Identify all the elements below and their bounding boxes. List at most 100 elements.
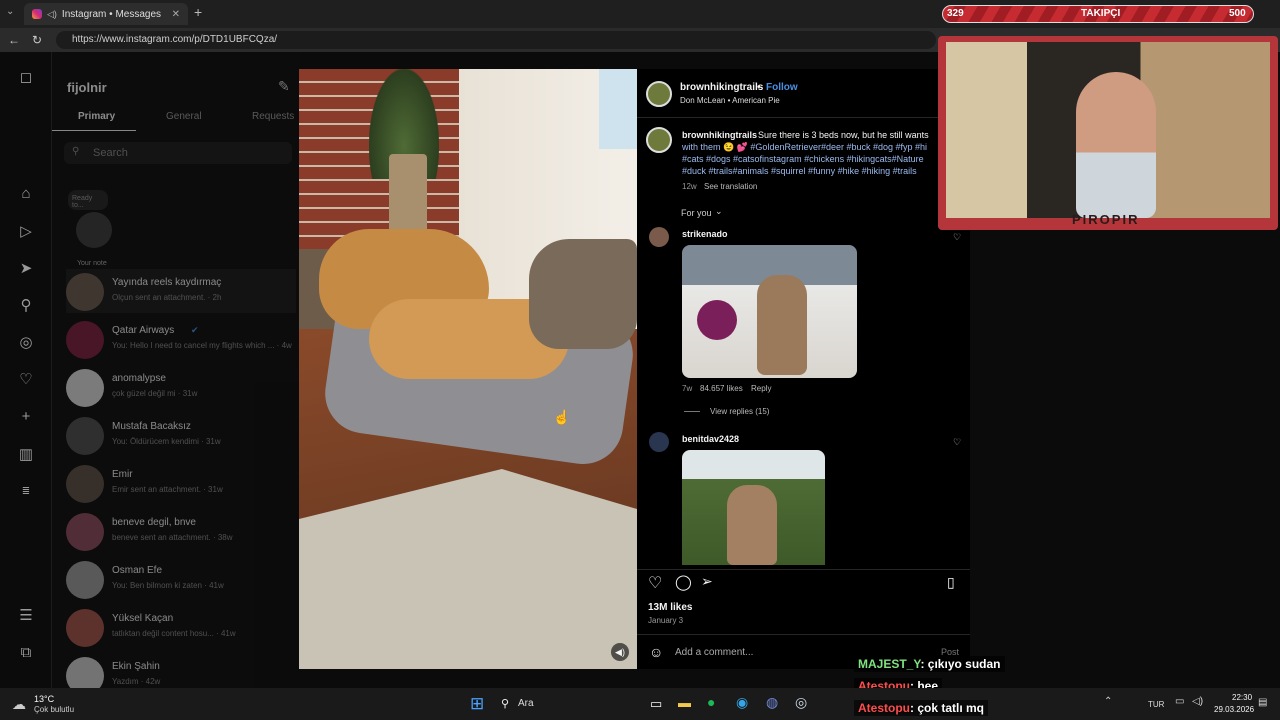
clock-time[interactable]: 22:30 [1232, 693, 1252, 702]
spotify-icon[interactable]: ● [707, 694, 715, 710]
search-icon[interactable]: ⚲ [18, 298, 34, 314]
thread-name: beneve degil, bnve [112, 517, 196, 528]
comment-like-icon[interactable]: ♡ [953, 232, 961, 243]
tab-requests[interactable]: Requests [252, 111, 294, 122]
tray-chevron-icon[interactable]: ⌃ [1104, 696, 1112, 707]
comment-image-deer-mic[interactable] [682, 245, 857, 378]
see-translation-link[interactable]: See translation [704, 182, 757, 191]
view-replies-link[interactable]: View replies (15) [710, 407, 769, 416]
create-icon[interactable]: + [18, 409, 34, 425]
thread-item[interactable]: Emir Emir sent an attachment. · 31w [66, 461, 296, 505]
note-bubble[interactable]: Ready to... [68, 190, 108, 210]
microphone [697, 300, 737, 340]
replies-line [684, 411, 700, 412]
instagram-logo-icon[interactable]: ◻ [18, 70, 34, 86]
messages-icon[interactable]: ➤ [18, 261, 34, 277]
commenter-avatar[interactable] [649, 227, 669, 247]
taskbar-search-label[interactable]: Ara [518, 698, 534, 709]
thread-preview: You: Öldürücem kendimi · 31w [112, 437, 221, 446]
mute-icon[interactable]: ◀) [611, 643, 629, 661]
post-video[interactable]: ☝ ◀) [299, 69, 637, 669]
thread-item[interactable]: anomalypse çok güzel değil mi · 31w [66, 365, 296, 409]
also-from-meta-icon[interactable]: ⧉ [18, 645, 34, 661]
thread-item[interactable]: Yayında reels kaydırmaç Olçun sent an at… [66, 269, 296, 313]
likes-count[interactable]: 13M likes [648, 602, 692, 613]
network-icon[interactable]: ▭ [1175, 696, 1184, 707]
clock-date[interactable]: 29.03.2026 [1214, 705, 1254, 714]
home-icon[interactable]: ⌂ [18, 186, 34, 202]
thread-item[interactable]: Qatar Airways ✔ You: Hello I need to can… [66, 317, 296, 361]
notification-icon[interactable]: ▤ [1258, 697, 1267, 708]
browser-tab[interactable]: ◁) Instagram • Messages ✕ [24, 3, 188, 25]
music-label[interactable]: Don McLean • American Pie [680, 96, 780, 105]
speaker-icon[interactable]: ◁) [47, 9, 57, 20]
caption-author[interactable]: brownhikingtrails [682, 130, 757, 140]
thread-preview: You: Hello I need to cancel my flights w… [112, 341, 292, 350]
weather-temp[interactable]: 13°C [34, 694, 54, 704]
edge-icon[interactable]: ◉ [736, 694, 748, 711]
emoji-icon[interactable]: ☺ [649, 644, 663, 660]
post-author[interactable]: brownhikingtrails [680, 82, 763, 93]
discord-icon[interactable]: ◍ [766, 694, 778, 711]
comment-sort-label[interactable]: For you [681, 208, 712, 218]
comment-user[interactable]: strikenado [682, 229, 728, 239]
thread-name: Yüksel Kaçan [112, 613, 174, 624]
compose-icon[interactable]: ✎ [278, 78, 290, 95]
tab-general[interactable]: General [166, 111, 202, 122]
comment-likes[interactable]: 84.657 likes [700, 384, 743, 393]
task-view-icon[interactable]: ▭ [650, 696, 662, 712]
thread-name: anomalypse [112, 373, 166, 384]
language-indicator[interactable]: TUR [1148, 700, 1164, 709]
volume-icon[interactable]: ◁) [1192, 696, 1203, 707]
reels-icon[interactable]: ▷ [18, 224, 34, 240]
start-icon[interactable]: ⊞ [470, 694, 484, 714]
comment-input[interactable]: Add a comment... [675, 647, 753, 658]
chat-text: : çıkıyo sudan [920, 657, 1001, 671]
caption-avatar[interactable] [646, 127, 672, 153]
thread-item[interactable]: Yüksel Kaçan tatlıktan değil content hos… [66, 605, 296, 649]
comment-image-deer[interactable] [682, 450, 825, 565]
steam-icon[interactable]: ◎ [795, 694, 807, 711]
share-icon[interactable]: ➢ [701, 573, 713, 590]
thread-item[interactable]: Osman Efe You: Ben bilmom ki zaten · 41w [66, 557, 296, 601]
like-icon[interactable]: ♡ [648, 573, 662, 593]
bookmark-icon[interactable]: ▯ [947, 574, 955, 591]
tab-primary[interactable]: Primary [78, 111, 115, 122]
my-avatar[interactable] [76, 212, 112, 248]
back-icon[interactable]: ← [8, 33, 20, 47]
commenter-avatar[interactable] [649, 432, 669, 452]
follow-button[interactable]: Follow [766, 82, 798, 93]
comment-icon[interactable]: ◯ [675, 573, 692, 591]
comment-user[interactable]: benitdav2428 [682, 434, 739, 444]
post-details-panel: brownhikingtrails • Follow Don McLean • … [637, 69, 970, 669]
weather-desc[interactable]: Çok bulutlu [34, 705, 74, 714]
dot-separator: • [757, 82, 761, 93]
close-tab-icon[interactable]: ✕ [172, 9, 180, 20]
chevron-down-icon[interactable]: ⌄ [715, 206, 723, 217]
file-explorer-icon[interactable]: ▬ [678, 695, 691, 710]
comment-like-icon[interactable]: ♡ [953, 437, 961, 448]
divider [637, 634, 970, 635]
notifications-icon[interactable]: ♡ [18, 372, 34, 388]
thread-item[interactable]: Mustafa Bacaksız You: Öldürücem kendimi … [66, 413, 296, 457]
refresh-icon[interactable]: ↻ [32, 33, 42, 47]
more-menu-icon[interactable]: ☰ [18, 608, 34, 624]
comment-reply-button[interactable]: Reply [751, 384, 771, 393]
dashboard-icon[interactable]: ▥ [18, 447, 34, 463]
explore-icon[interactable]: ◎ [18, 335, 34, 351]
caption-line: #cats #dogs #catsofinstagram #chickens #… [682, 154, 924, 164]
taskbar-search-icon[interactable]: ⚲ [501, 697, 509, 710]
avatar [66, 273, 104, 311]
new-tab-icon[interactable]: + [194, 4, 202, 20]
search-box[interactable]: ⚲ Search [64, 142, 292, 164]
url-field[interactable]: https://www.instagram.com/p/DTD1UBFCQza/ [56, 31, 936, 49]
inbox-username[interactable]: fijolnir [67, 80, 107, 95]
author-avatar[interactable] [646, 81, 672, 107]
tab-list-icon[interactable]: ⌄ [6, 6, 14, 17]
thread-item[interactable]: beneve degil, bnve beneve sent an attach… [66, 509, 296, 553]
avatar [66, 561, 104, 599]
weather-cloud-icon: ☁ [12, 696, 26, 712]
caption-age: 12w [682, 182, 697, 191]
search-box-icon: ⚲ [72, 146, 80, 157]
threads-icon[interactable]: ≣ [18, 484, 34, 500]
